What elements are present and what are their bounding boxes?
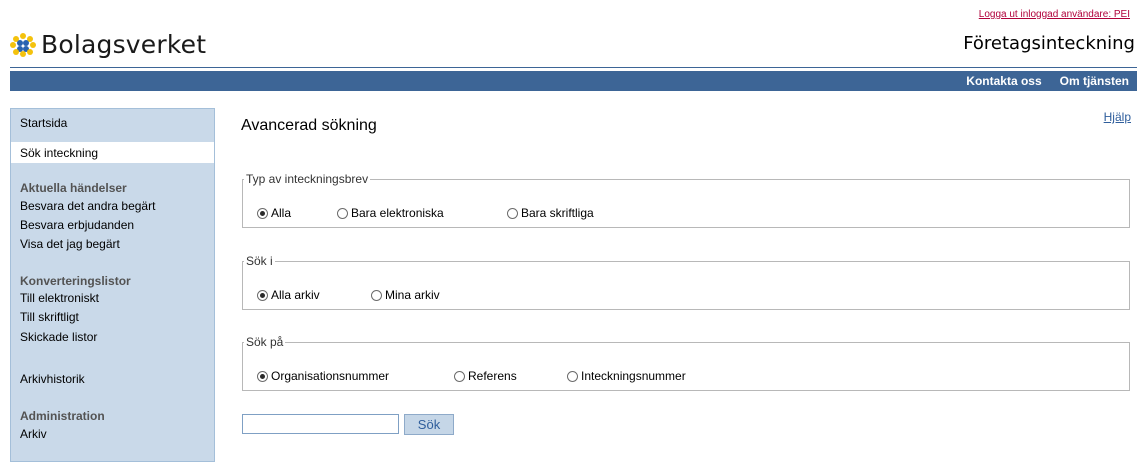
radio-reference-label: Referens xyxy=(468,369,517,383)
radio-written-only[interactable]: Bara skriftliga xyxy=(507,206,594,220)
page-title: Avancerad sökning xyxy=(241,117,377,134)
app-title: Företagsinteckning xyxy=(963,33,1135,54)
bolagsverket-logo-icon xyxy=(10,32,36,57)
search-by-legend: Sök på xyxy=(246,335,284,349)
radio-reference[interactable]: Referens xyxy=(454,369,517,383)
radio-reference-control[interactable] xyxy=(454,370,465,382)
sidebar-item-show-requested[interactable]: Visa det jag begärt xyxy=(20,237,120,251)
sidebar-item-answer-offers[interactable]: Besvara erbjudanden xyxy=(20,218,134,232)
radio-all-types[interactable]: Alla xyxy=(257,206,291,220)
radio-org-number[interactable]: Organisationsnummer xyxy=(257,369,389,383)
radio-my-archives-control[interactable] xyxy=(371,289,382,301)
archive-scope-group: Sök i Alla arkiv Mina arkiv xyxy=(242,254,1130,310)
logo-text: Bolagsverket xyxy=(41,30,207,59)
radio-mortgage-number[interactable]: Inteckningsnummer xyxy=(567,369,686,383)
top-nav: Kontakta oss Om tjänsten xyxy=(966,71,1129,91)
sidebar-heading-admin: Administration xyxy=(20,409,105,423)
help-link[interactable]: Hjälp xyxy=(1104,110,1131,124)
radio-all-archives-control[interactable] xyxy=(257,289,268,301)
sidebar-item-start[interactable]: Startsida xyxy=(20,116,67,130)
sidebar-item-archive[interactable]: Arkiv xyxy=(20,427,47,441)
radio-mortgage-number-control[interactable] xyxy=(567,370,578,382)
sidebar-item-answer-other[interactable]: Besvara det andra begärt xyxy=(20,199,155,213)
radio-my-archives[interactable]: Mina arkiv xyxy=(371,288,440,302)
radio-org-number-control[interactable] xyxy=(257,370,268,382)
sidebar-item-search[interactable]: Sök inteckning xyxy=(20,146,98,160)
radio-written-only-label: Bara skriftliga xyxy=(521,206,594,220)
radio-mortgage-number-label: Inteckningsnummer xyxy=(581,369,686,383)
sidebar-heading-events: Aktuella händelser xyxy=(20,181,127,195)
contact-link[interactable]: Kontakta oss xyxy=(966,74,1041,88)
radio-all-archives-label: Alla arkiv xyxy=(271,288,320,302)
sidebar-heading-conversion: Konverteringslistor xyxy=(20,274,131,288)
sidebar: Startsida Sök inteckning Aktuella händel… xyxy=(10,108,215,462)
radio-all-types-label: Alla xyxy=(271,206,292,220)
sidebar-item-to-written[interactable]: Till skriftligt xyxy=(20,310,79,324)
radio-electronic-only-control[interactable] xyxy=(337,207,348,219)
logo: Bolagsverket xyxy=(10,30,206,59)
radio-electronic-only-label: Bara elektroniska xyxy=(351,206,444,220)
search-button[interactable]: Sök xyxy=(404,414,454,435)
radio-org-number-label: Organisationsnummer xyxy=(271,369,390,383)
search-input[interactable] xyxy=(242,414,399,434)
header-divider xyxy=(10,67,1137,68)
radio-electronic-only[interactable]: Bara elektroniska xyxy=(337,206,444,220)
about-link[interactable]: Om tjänsten xyxy=(1060,74,1129,88)
sidebar-item-to-electronic[interactable]: Till elektroniskt xyxy=(20,291,99,305)
letter-type-legend: Typ av inteckningsbrev xyxy=(246,172,369,186)
letter-type-group: Typ av inteckningsbrev Alla Bara elektro… xyxy=(242,172,1130,228)
search-by-group: Sök på Organisationsnummer Referens Inte… xyxy=(242,335,1130,391)
radio-written-only-control[interactable] xyxy=(507,207,518,219)
sidebar-item-archive-history[interactable]: Arkivhistorik xyxy=(20,372,85,386)
radio-all-archives[interactable]: Alla arkiv xyxy=(257,288,320,302)
radio-my-archives-label: Mina arkiv xyxy=(385,288,440,302)
archive-scope-legend: Sök i xyxy=(246,254,273,268)
radio-all-types-control[interactable] xyxy=(257,207,268,219)
sidebar-item-sent-lists[interactable]: Skickade listor xyxy=(20,330,97,344)
logout-link[interactable]: Logga ut inloggad användare: PEI xyxy=(979,9,1130,20)
